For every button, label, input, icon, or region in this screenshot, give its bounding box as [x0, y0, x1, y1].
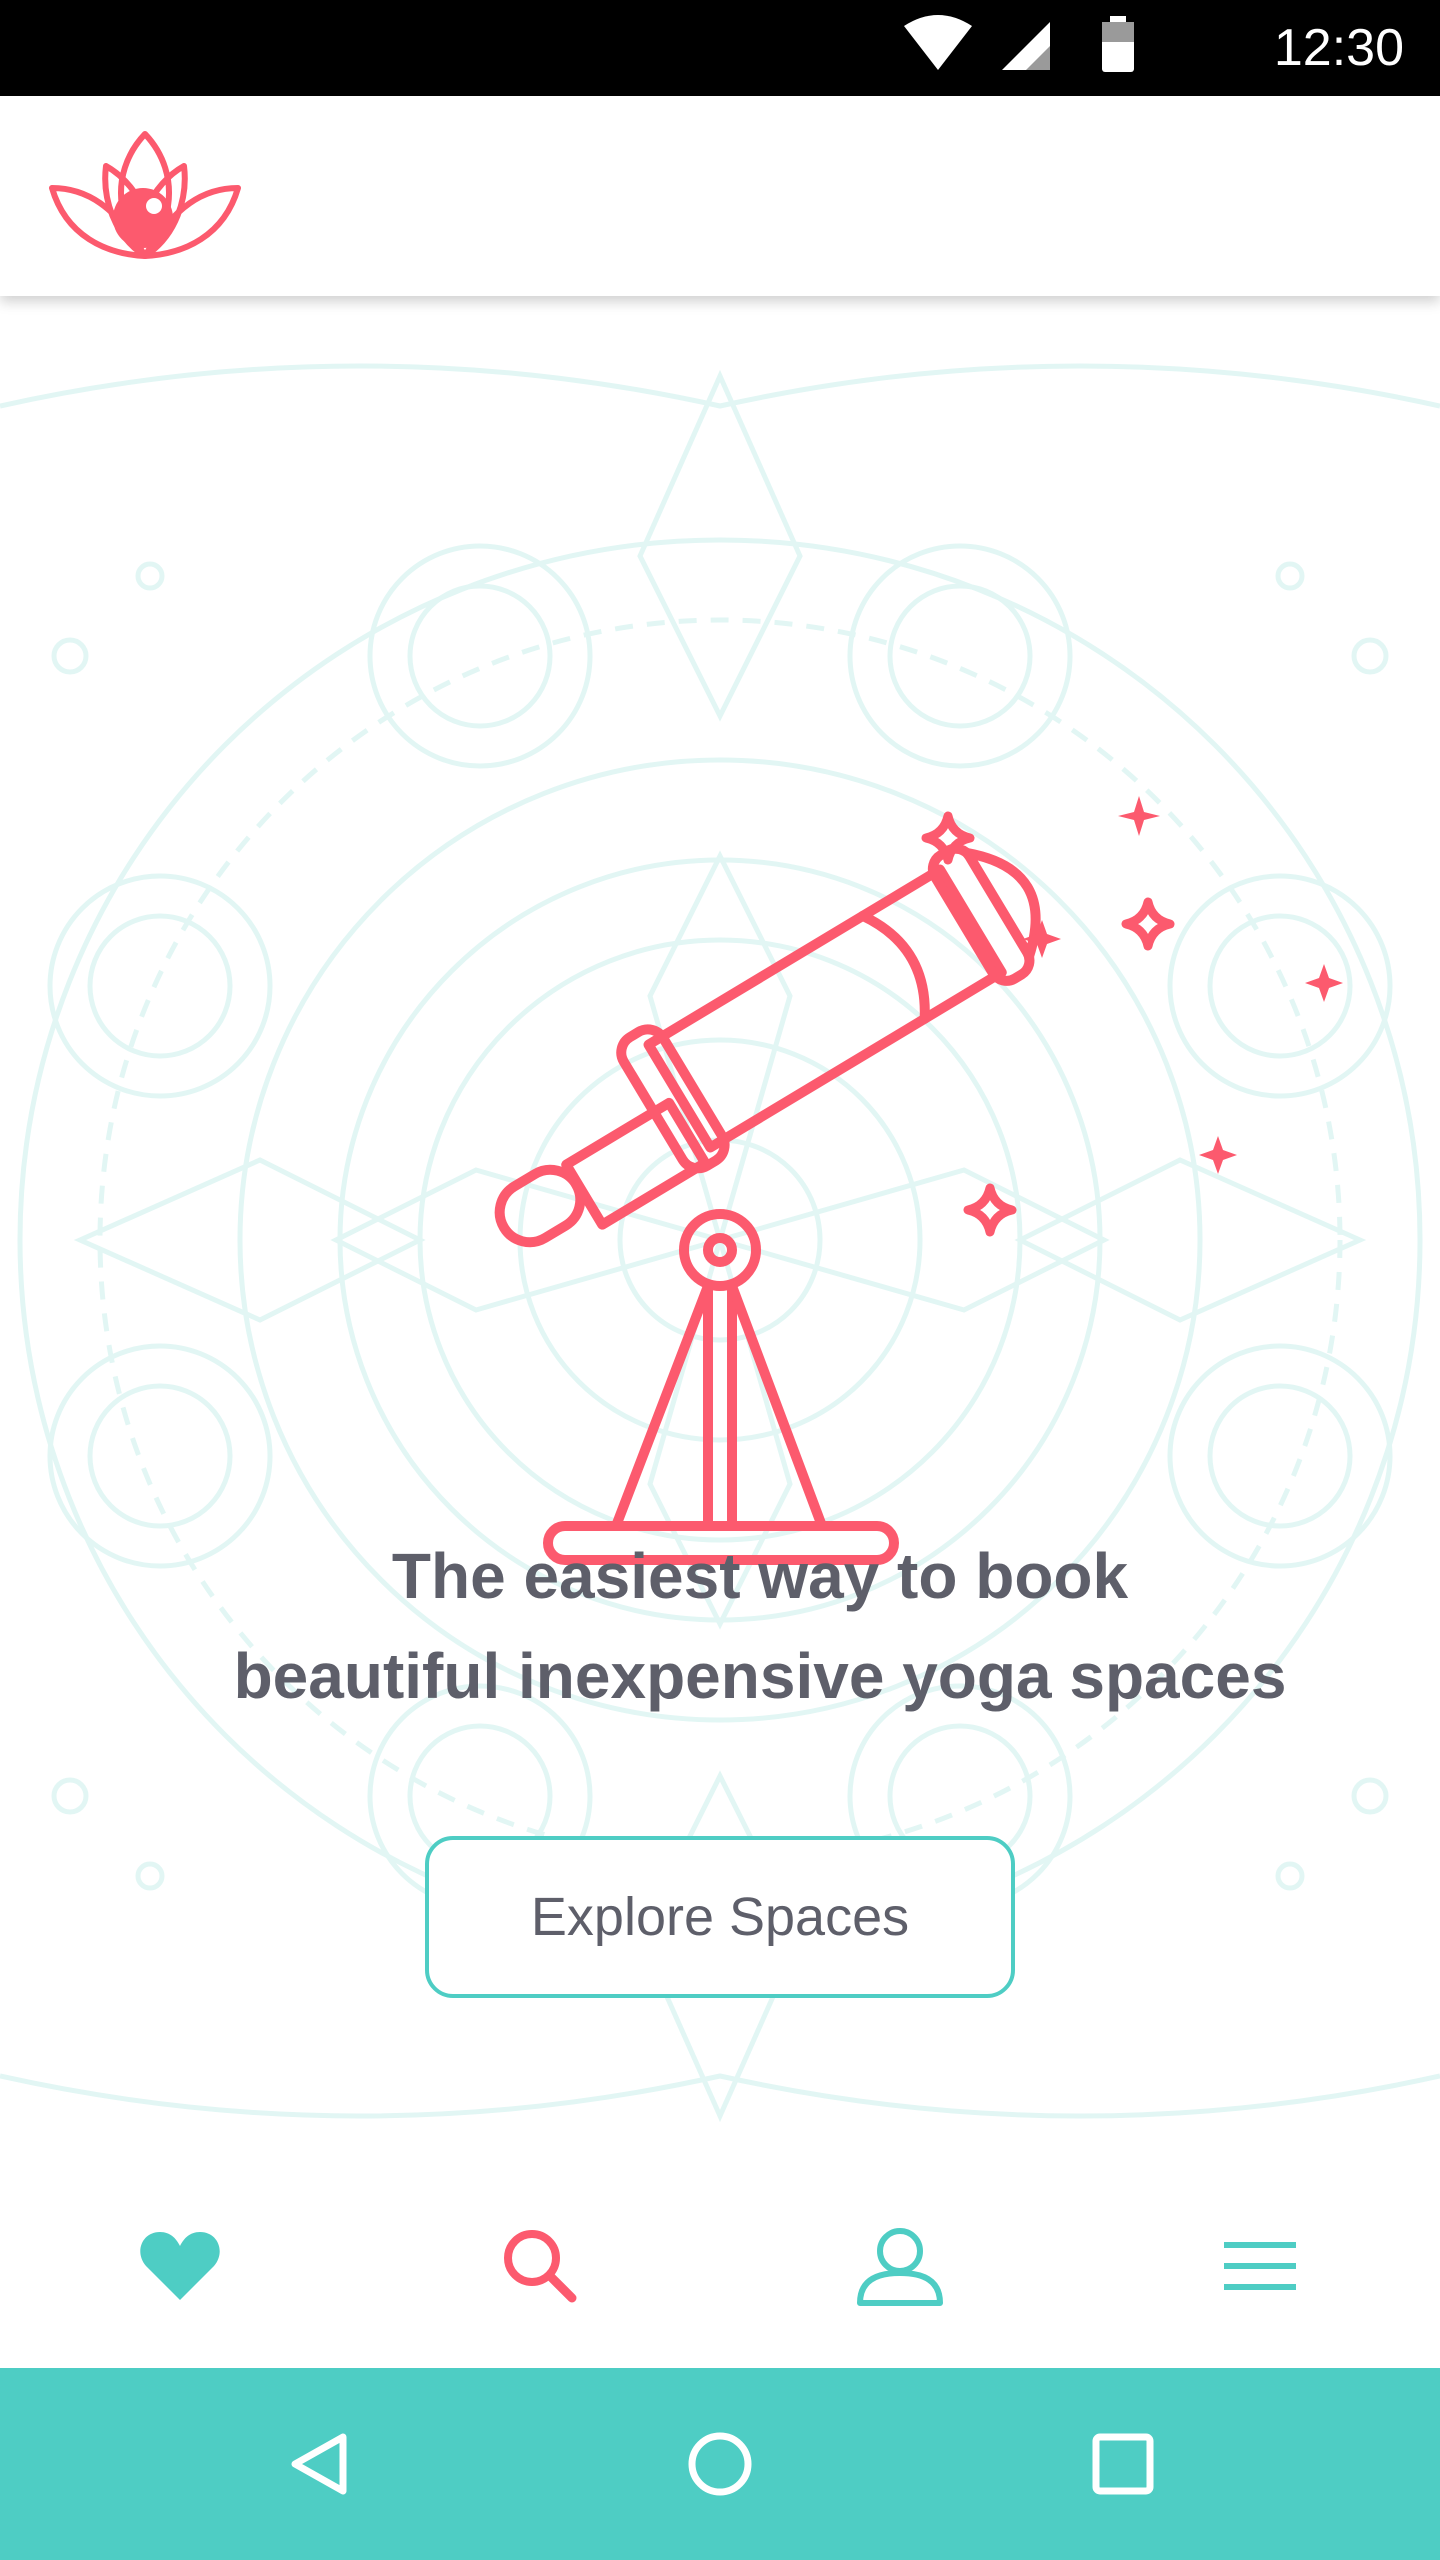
hero-section: The easiest way to book beautiful inexpe… — [0, 296, 1440, 2164]
small-stars — [1023, 796, 1343, 1174]
back-icon — [291, 2433, 347, 2495]
status-bar: 12:30 — [0, 0, 1440, 96]
system-recents-button[interactable] — [1003, 2368, 1243, 2560]
status-icons — [904, 15, 1134, 72]
user-icon — [857, 2228, 943, 2306]
bottom-navigation — [0, 2164, 1440, 2368]
menu-icon — [1224, 2242, 1296, 2290]
search-icon — [504, 2230, 577, 2303]
battery-icon — [1102, 16, 1134, 72]
system-back-button[interactable] — [200, 2368, 440, 2560]
nav-search[interactable] — [360, 2164, 720, 2368]
wifi-icon — [904, 15, 972, 70]
status-time: 12:30 — [1273, 19, 1404, 77]
heart-icon — [140, 2232, 220, 2300]
lotus-logo-icon[interactable] — [46, 126, 244, 266]
headline-line-1: The easiest way to book — [391, 1540, 1129, 1612]
system-home-button[interactable] — [600, 2368, 840, 2560]
nav-menu[interactable] — [1080, 2164, 1440, 2368]
home-icon — [688, 2432, 752, 2496]
headline-line-2: beautiful inexpensive yoga spaces — [233, 1640, 1287, 1712]
cellular-signal-icon — [1002, 22, 1050, 70]
stars — [921, 811, 1175, 1237]
telescope-illustration — [494, 796, 1343, 1565]
recents-icon — [1092, 2433, 1154, 2495]
system-navigation-bar — [0, 2368, 1440, 2560]
app-header — [0, 96, 1440, 296]
hero-headline: The easiest way to book beautiful inexpe… — [120, 1526, 1400, 1726]
nav-profile[interactable] — [720, 2164, 1080, 2368]
explore-spaces-button[interactable]: Explore Spaces — [425, 1836, 1015, 1998]
nav-favorites[interactable] — [0, 2164, 360, 2368]
